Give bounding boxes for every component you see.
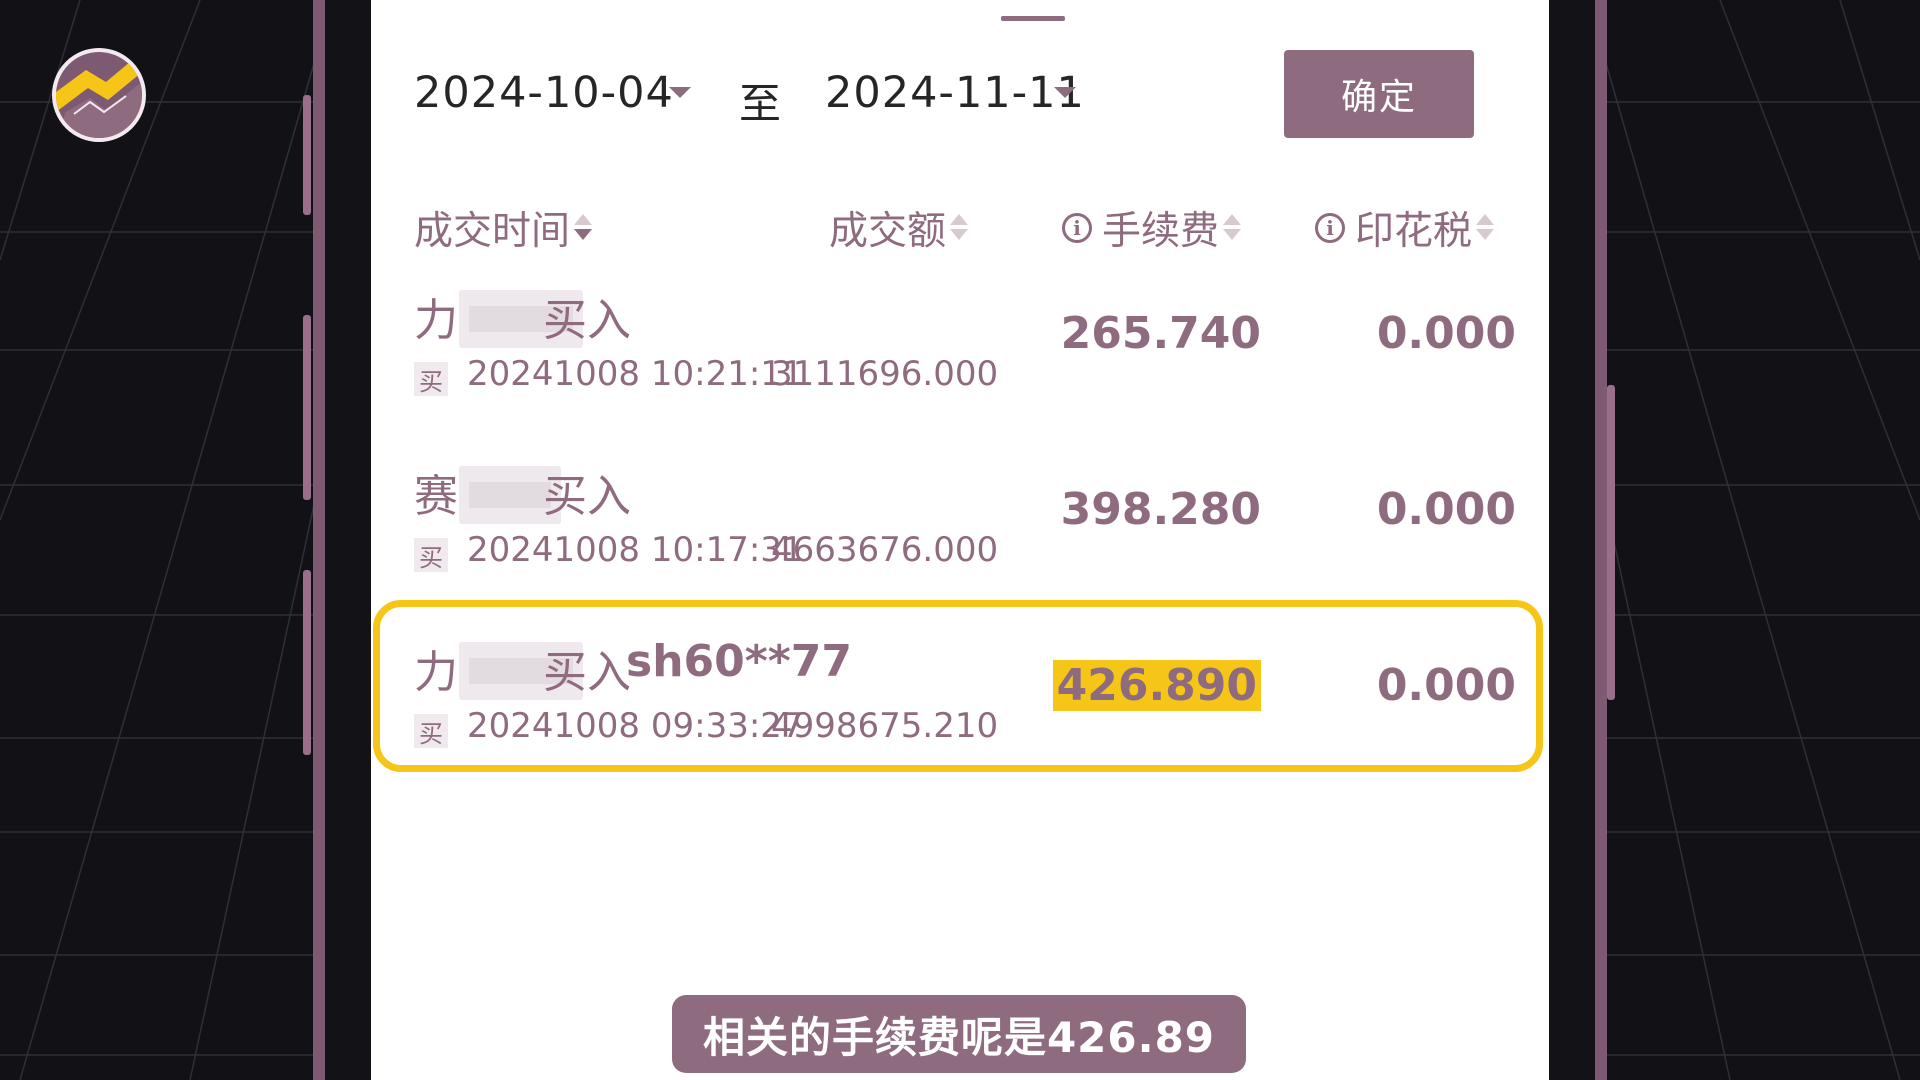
phone-side-button [303, 95, 311, 215]
trade-side: 买入 [543, 295, 631, 346]
trade-time: 20241008 10:21:11 [467, 354, 804, 394]
end-date-picker[interactable]: 2024-11-11 [825, 68, 1085, 118]
left-background [0, 0, 315, 1080]
stock-name: 赛 [414, 471, 458, 522]
stock-name: 力 [414, 295, 458, 346]
trade-amount: 3111696.000 [771, 354, 999, 394]
trade-fee: 398.280 [1001, 484, 1261, 535]
buy-tag: 买 [414, 362, 448, 396]
right-background [1605, 0, 1920, 1080]
chevron-down-icon[interactable] [669, 87, 691, 98]
trade-fee: 265.740 [1001, 308, 1261, 359]
phone-side-button [1607, 385, 1615, 700]
fee-value: 398.280 [1060, 484, 1261, 535]
phone-frame-left [313, 0, 325, 1080]
trade-tax: 0.000 [1376, 308, 1516, 359]
trade-row[interactable]: 力 买入 买 20241008 10:21:11 3111696.000 265… [371, 240, 1549, 416]
trade-side: 买入 [543, 471, 631, 522]
right-grid-pattern [1605, 0, 1920, 1080]
chevron-down-icon[interactable] [1054, 87, 1076, 98]
trade-row[interactable]: 赛 买入 买 20241008 10:17:31 4663676.000 398… [371, 416, 1549, 592]
tab-indicator [1001, 16, 1065, 21]
left-grid-pattern [0, 0, 315, 1080]
trade-tax: 0.000 [1376, 484, 1516, 535]
trade-time: 20241008 10:17:31 [467, 530, 804, 570]
phone-side-button [303, 570, 311, 755]
channel-logo [52, 48, 146, 142]
video-subtitle: 相关的手续费呢是426.89 [672, 995, 1246, 1073]
start-date-picker[interactable]: 2024-10-04 [414, 68, 674, 118]
phone-side-button [303, 315, 311, 500]
fee-value: 265.740 [1060, 308, 1261, 359]
phone-frame-right [1595, 0, 1607, 1080]
trade-amount: 4663676.000 [771, 530, 999, 570]
info-icon[interactable]: i [1315, 213, 1345, 243]
confirm-button[interactable]: 确定 [1284, 50, 1474, 138]
info-icon[interactable]: i [1062, 213, 1092, 243]
buy-tag: 买 [414, 538, 448, 572]
date-separator: 至 [739, 79, 782, 128]
highlight-annotation [373, 600, 1543, 772]
